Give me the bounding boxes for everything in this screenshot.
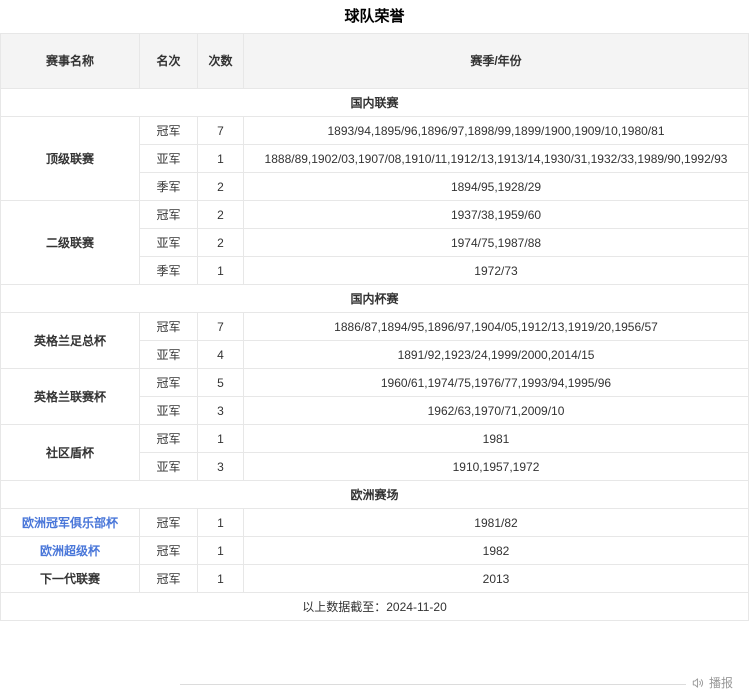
rank-cell: 冠军 xyxy=(139,424,198,453)
tts-label: 播报 xyxy=(709,676,734,690)
speaker-icon xyxy=(691,676,705,690)
rank-cell: 亚军 xyxy=(139,396,198,425)
rank-cell: 冠军 xyxy=(139,116,198,145)
section-row: 欧洲赛场 xyxy=(0,480,749,509)
honors-table-footer: 以上数据截至：2024-11-20 xyxy=(0,592,749,621)
honor-row: 欧洲冠军俱乐部杯 冠军 1 1981/82 xyxy=(0,508,749,537)
seasons-cell: 1893/94,1895/96,1896/97,1898/99,1899/190… xyxy=(243,116,749,145)
count-cell: 1 xyxy=(197,564,244,593)
honor-row: 社区盾杯 冠军 1 1981 xyxy=(0,424,749,481)
honors-table: 赛事名称 名次 次数 赛季/年份 国内联赛 顶级联赛 冠军 7 1893/94,1895… xyxy=(0,33,749,621)
count-cell: 4 xyxy=(197,340,244,369)
count-cell: 3 xyxy=(197,396,244,425)
count-cell: 2 xyxy=(197,172,244,201)
seasons-cell: 1974/75,1987/88 xyxy=(243,228,749,257)
footer-row: 以上数据截至：2024-11-20 xyxy=(0,592,749,621)
seasons-cell: 1886/87,1894/95,1896/97,1904/05,1912/13,… xyxy=(243,312,749,341)
honor-row: 英格兰联赛杯 冠军 5 1960/61,1974/75,1976/77,1993/94… xyxy=(0,368,749,425)
seasons-cell: 1972/73 xyxy=(243,256,749,285)
competition-name: 顶级联赛 xyxy=(0,116,140,201)
competition-name: 英格兰联赛杯 xyxy=(0,368,140,425)
honor-row: 顶级联赛 冠军 7 1893/94,1895/96,1896/97,1898/99,1… xyxy=(0,116,749,201)
rank-cell: 冠军 xyxy=(139,536,198,565)
seasons-cell: 1937/38,1959/60 xyxy=(243,200,749,229)
honor-row: 英格兰足总杯 冠军 7 1886/87,1894/95,1896/97,1904/05… xyxy=(0,312,749,369)
count-cell: 1 xyxy=(197,536,244,565)
seasons-cell: 1960/61,1974/75,1976/77,1993/94,1995/96 xyxy=(243,368,749,397)
seasons-cell: 1910,1957,1972 xyxy=(243,452,749,481)
count-cell: 7 xyxy=(197,312,244,341)
count-cell: 1 xyxy=(197,256,244,285)
seasons-cell: 1888/89,1902/03,1907/08,1910/11,1912/13,… xyxy=(243,144,749,173)
count-cell: 1 xyxy=(197,144,244,173)
count-cell: 7 xyxy=(197,116,244,145)
section-row: 国内杯赛 xyxy=(0,284,749,313)
header-rank: 名次 xyxy=(139,33,198,89)
page-title: 球队荣誉 xyxy=(344,8,405,25)
competition-name: 下一代联赛 xyxy=(0,564,140,593)
section-title: 国内联赛 xyxy=(0,88,749,117)
count-cell: 1 xyxy=(197,424,244,453)
count-cell: 2 xyxy=(197,200,244,229)
section-title: 欧洲赛场 xyxy=(0,480,749,509)
rank-cell: 冠军 xyxy=(139,564,198,593)
rank-cell: 季军 xyxy=(139,172,198,201)
competition-link[interactable]: 欧洲超级杯 xyxy=(0,536,140,565)
rank-cell: 亚军 xyxy=(139,452,198,481)
rank-cell: 冠军 xyxy=(139,200,198,229)
honors-table-header: 赛事名称 名次 次数 赛季/年份 xyxy=(0,33,749,89)
honor-row: 欧洲超级杯 冠军 1 1982 xyxy=(0,536,749,565)
count-cell: 5 xyxy=(197,368,244,397)
rank-cell: 冠军 xyxy=(139,312,198,341)
seasons-cell: 1891/92,1923/24,1999/2000,2014/15 xyxy=(243,340,749,369)
divider xyxy=(180,684,686,685)
honor-row: 二级联赛 冠军 2 1937/38,1959/60 xyxy=(0,200,749,285)
rank-cell: 冠军 xyxy=(139,368,198,397)
rank-cell: 冠军 xyxy=(139,508,198,537)
header-competition: 赛事名称 xyxy=(0,33,140,89)
competition-name: 英格兰足总杯 xyxy=(0,312,140,369)
seasons-cell: 1894/95,1928/29 xyxy=(243,172,749,201)
section-title: 国内杯赛 xyxy=(0,284,749,313)
seasons-cell: 1981/82 xyxy=(243,508,749,537)
count-cell: 2 xyxy=(197,228,244,257)
header-count: 次数 xyxy=(197,33,244,89)
rank-cell: 亚军 xyxy=(139,144,198,173)
competition-name: 二级联赛 xyxy=(0,200,140,285)
count-cell: 1 xyxy=(197,508,244,537)
data-cutoff-note: 以上数据截至：2024-11-20 xyxy=(0,592,749,621)
header-row: 赛事名称 名次 次数 赛季/年份 xyxy=(0,33,749,89)
tts-play-button[interactable]: 播报 xyxy=(691,675,733,691)
count-cell: 3 xyxy=(197,452,244,481)
honor-row: 下一代联赛 冠军 1 2013 xyxy=(0,564,749,593)
seasons-cell: 1981 xyxy=(243,424,749,453)
rank-cell: 亚军 xyxy=(139,228,198,257)
competition-link[interactable]: 欧洲冠军俱乐部杯 xyxy=(0,508,140,537)
header-seasons: 赛季/年份 xyxy=(243,33,749,89)
competition-name: 社区盾杯 xyxy=(0,424,140,481)
seasons-cell: 1962/63,1970/71,2009/10 xyxy=(243,396,749,425)
rank-cell: 季军 xyxy=(139,256,198,285)
seasons-cell: 2013 xyxy=(243,564,749,593)
section-row: 国内联赛 xyxy=(0,88,749,117)
rank-cell: 亚军 xyxy=(139,340,198,369)
honors-table-body: 国内联赛 顶级联赛 冠军 7 1893/94,1895/96,1896/97,1898/… xyxy=(0,88,749,593)
seasons-cell: 1982 xyxy=(243,536,749,565)
